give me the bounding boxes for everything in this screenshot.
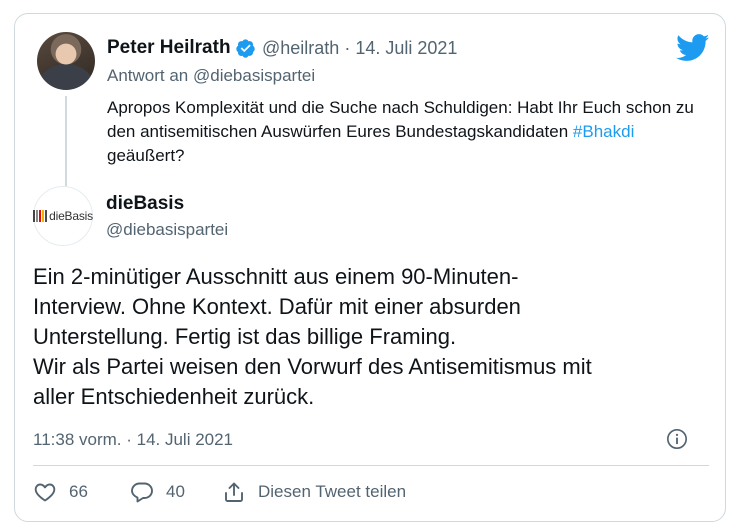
heart-icon xyxy=(34,483,56,502)
action-divider xyxy=(33,465,709,466)
main-author-name[interactable]: dieBasis xyxy=(106,193,184,215)
info-icon[interactable] xyxy=(666,428,688,450)
twitter-bird-icon[interactable] xyxy=(676,34,710,62)
diebasis-logo-bars xyxy=(33,210,48,222)
reply-bubble-icon xyxy=(131,482,153,503)
logo-bar xyxy=(33,210,36,222)
reply-date[interactable]: 14. Juli 2021 xyxy=(355,38,457,58)
tweet-line: Unterstellung. Fertig ist das billige Fr… xyxy=(33,324,457,349)
reply-button[interactable]: 40 xyxy=(130,480,185,504)
replying-to-label[interactable]: Antwort an @diebasispartei xyxy=(107,66,315,86)
main-author-handle[interactable]: @diebasispartei xyxy=(106,220,228,240)
logo-bar xyxy=(45,210,48,222)
main-tweet-text: Ein 2-minütiger Ausschnitt aus einem 90-… xyxy=(33,262,713,412)
reply-author-name[interactable]: Peter Heilrath xyxy=(107,37,231,59)
tweet-line: Ein 2-minütiger Ausschnitt aus einem 90-… xyxy=(33,264,519,289)
reply-tweet-text: Apropos Komplexität und die Suche nach S… xyxy=(107,96,707,168)
thread-connector-line xyxy=(65,96,67,188)
tweet-line: Interview. Ohne Kontext. Dafür mit einer… xyxy=(33,294,521,319)
logo-bar xyxy=(36,210,39,222)
separator-dot: · xyxy=(344,38,351,58)
reply-count: 40 xyxy=(166,482,185,501)
avatar-diebasis[interactable]: dieBasis xyxy=(33,186,93,246)
logo-bar xyxy=(39,210,42,222)
diebasis-logo-text: dieBasis xyxy=(49,209,93,223)
reply-text-part: geäußert? xyxy=(107,146,185,165)
tweet-timestamp[interactable]: 11:38 vorm. · 14. Juli 2021 xyxy=(33,430,233,450)
share-label: Diesen Tweet teilen xyxy=(258,482,407,501)
share-icon xyxy=(225,482,243,502)
logo-bar xyxy=(42,210,45,222)
reply-handle[interactable]: @heilrath xyxy=(262,38,339,58)
like-button[interactable]: 66 xyxy=(33,480,88,504)
reply-handle-date: @heilrath · 14. Juli 2021 xyxy=(262,38,457,59)
share-button[interactable]: Diesen Tweet teilen xyxy=(222,480,406,504)
like-count: 66 xyxy=(69,482,88,501)
hashtag-link[interactable]: #Bhakdi xyxy=(573,122,634,141)
tweet-card: Peter Heilrath @heilrath · 14. Juli 2021… xyxy=(14,13,726,522)
tweet-line: Wir als Partei weisen den Vorwurf des An… xyxy=(33,354,592,379)
verified-badge-icon xyxy=(236,39,255,58)
avatar-peter-heilrath[interactable] xyxy=(37,32,95,90)
tweet-line: aller Entschiedenheit zurück. xyxy=(33,384,315,409)
